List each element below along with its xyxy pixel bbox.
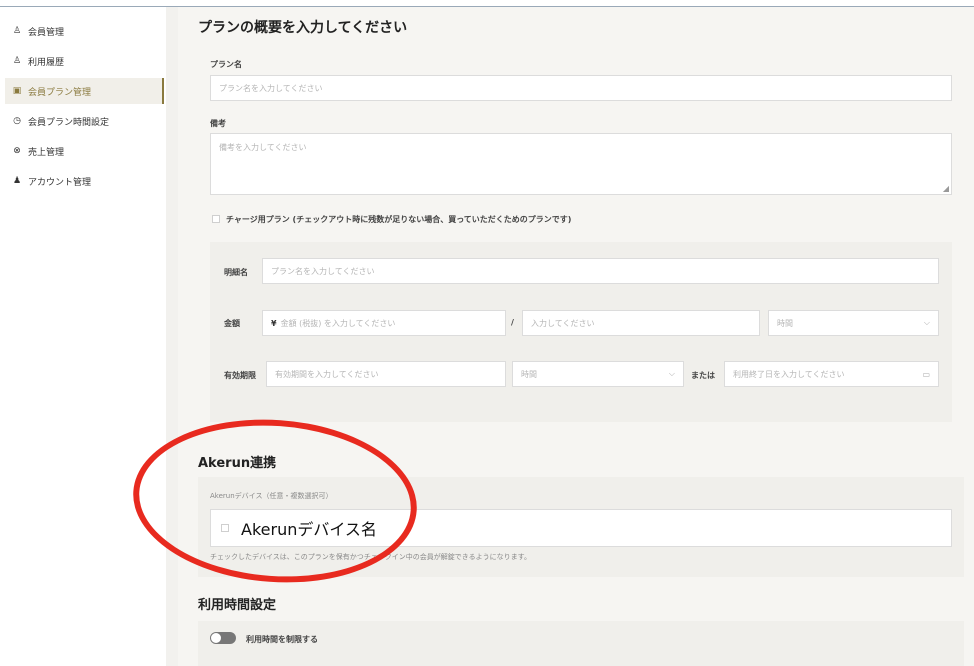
account-icon: ♟ xyxy=(12,176,22,186)
yen-icon: ⊗ xyxy=(13,146,21,156)
remarks-label: 備考 xyxy=(210,119,226,128)
validity-label: 有効期限 xyxy=(224,371,256,380)
calendar-icon[interactable]: ▭ xyxy=(922,370,930,379)
validity-select[interactable]: 時間 ⌵ xyxy=(512,361,684,387)
users-icon: ♙ xyxy=(12,26,22,36)
sidebar-item-account[interactable]: ♟ アカウント管理 xyxy=(5,168,164,194)
charge-plan-label: チャージ用プラン (チェックアウト時に残数が足りない場合、買っていただくためのプ… xyxy=(226,215,572,224)
resize-handle-icon[interactable]: ◢ xyxy=(943,184,949,193)
unit-input[interactable]: 入力してください xyxy=(522,310,760,336)
sidebar: ♙ 会員管理 ♙ 利用履歴 ▣ 会員プラン管理 ◷ 会員プラン時間設定 ⊗ 売上… xyxy=(0,7,166,666)
toggle-knob xyxy=(211,633,221,643)
sidebar-item-label: 会員管理 xyxy=(28,27,65,38)
amount-label: 金額 xyxy=(224,319,240,328)
sidebar-item-member-plans[interactable]: ▣ 会員プラン管理 xyxy=(5,78,164,104)
detail-name-label: 明細名 xyxy=(224,268,248,277)
sidebar-item-label: 売上管理 xyxy=(28,147,65,158)
page-title: プランの概要を入力してください xyxy=(198,20,408,36)
plan-icon: ▣ xyxy=(12,86,22,96)
yen-prefix: ¥ xyxy=(271,318,277,328)
chevron-down-icon: ⌵ xyxy=(923,318,930,327)
plan-name-input[interactable]: プラン名を入力してください xyxy=(210,75,952,101)
end-date-input[interactable]: 利用終了日を入力してください ▭ xyxy=(724,361,939,387)
sidebar-item-label: 会員プラン時間設定 xyxy=(28,117,110,128)
charge-plan-checkbox[interactable] xyxy=(212,215,220,223)
content-gutter xyxy=(166,7,178,666)
detail-name-input[interactable]: プラン名を入力してください xyxy=(262,258,939,284)
history-icon: ♙ xyxy=(12,56,22,66)
sidebar-item-sales[interactable]: ⊗ 売上管理 xyxy=(5,138,164,164)
validity-input[interactable]: 有効期間を入力してください xyxy=(266,361,506,387)
chevron-down-icon: ⌵ xyxy=(668,369,675,378)
usage-section-title: 利用時間設定 xyxy=(198,598,277,613)
unit-select[interactable]: 時間 ⌵ xyxy=(768,310,939,336)
clock-icon: ◷ xyxy=(13,116,21,126)
sidebar-item-label: アカウント管理 xyxy=(28,177,92,188)
sidebar-item-label: 会員プラン管理 xyxy=(28,87,92,98)
amount-slash: / xyxy=(511,318,514,327)
amount-input[interactable]: ¥ 金額 (税抜) を入力してください xyxy=(262,310,506,336)
plan-name-label: プラン名 xyxy=(210,60,242,69)
sidebar-item-label: 利用履歴 xyxy=(28,57,65,68)
sidebar-item-plan-time-settings[interactable]: ◷ 会員プラン時間設定 xyxy=(5,108,164,134)
sidebar-item-members[interactable]: ♙ 会員管理 xyxy=(5,18,164,44)
sidebar-item-history[interactable]: ♙ 利用履歴 xyxy=(5,48,164,74)
remarks-textarea[interactable]: 備考を入力してください ◢ xyxy=(210,133,952,195)
usage-limit-label: 利用時間を制限する xyxy=(246,635,318,644)
usage-limit-toggle[interactable] xyxy=(210,632,236,644)
or-label: または xyxy=(691,371,715,380)
